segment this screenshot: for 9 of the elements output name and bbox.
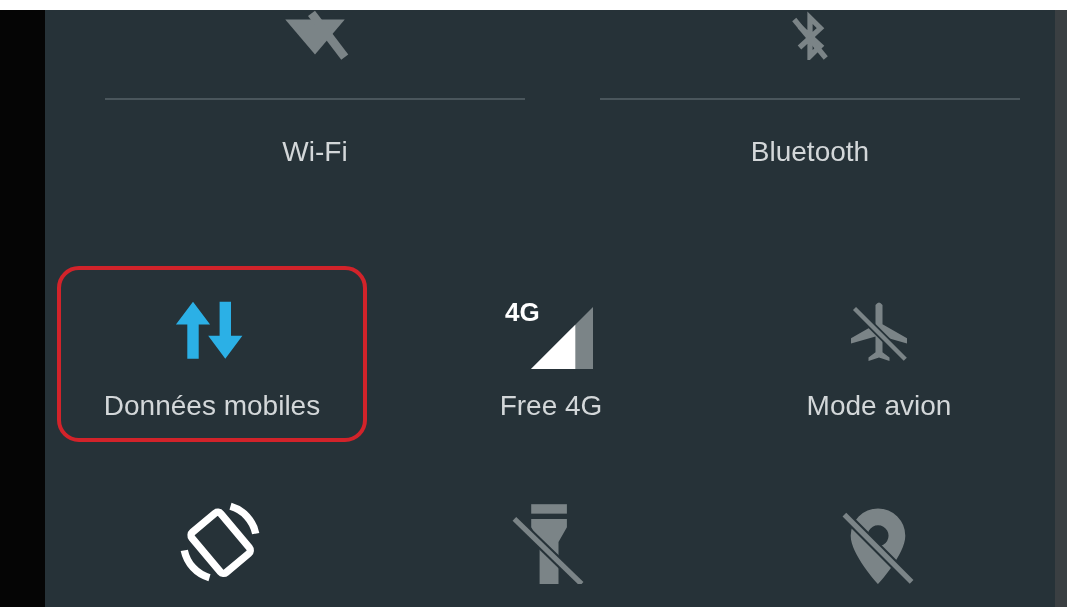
- tile-label: Mode avion: [806, 390, 952, 422]
- tile-label: Bluetooth: [750, 136, 870, 168]
- tile-label: Données mobiles: [103, 390, 321, 422]
- auto-rotate-icon[interactable]: [178, 500, 262, 584]
- tile-label: Free 4G: [499, 390, 603, 422]
- tile-label: Wi-Fi: [282, 136, 348, 168]
- quick-settings-tile[interactable]: 4G Free 4G: [387, 266, 715, 442]
- quick-settings-tile[interactable]: Mode avion: [715, 266, 1043, 442]
- quick-settings-tile[interactable]: Données mobiles: [57, 266, 367, 442]
